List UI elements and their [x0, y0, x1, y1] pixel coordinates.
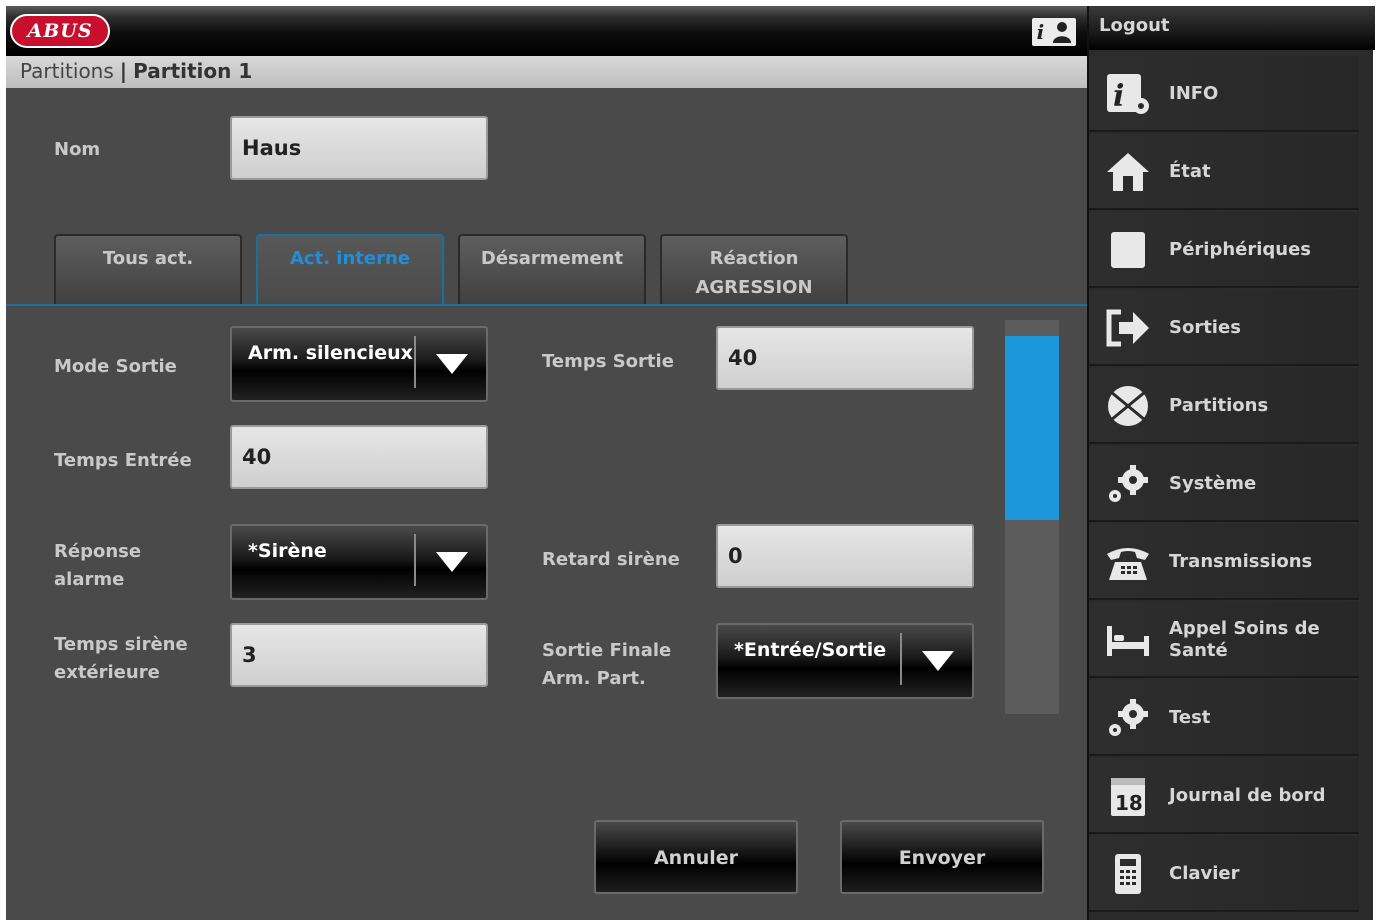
calendar-day: 18 [1115, 791, 1143, 815]
device-square-icon [1105, 228, 1151, 272]
scrollbar-thumb[interactable] [1005, 336, 1059, 520]
sidebar-item-etat[interactable]: État [1089, 134, 1359, 210]
mode-sortie-label: Mode Sortie [54, 356, 177, 377]
info-gear-icon: i [1105, 72, 1151, 116]
sortie-finale-label: Sortie Finale Arm. Part. [542, 640, 672, 689]
calendar-icon: 18 [1105, 774, 1151, 818]
breadcrumb-parent[interactable]: Partitions [20, 59, 114, 83]
select-divider [900, 633, 902, 685]
send-button[interactable]: Envoyer [840, 820, 1044, 894]
partition-pie-icon [1105, 384, 1151, 428]
abus-logo: ABUS [10, 14, 110, 48]
sidebar-item-label: Système [1169, 473, 1257, 494]
select-divider [414, 336, 416, 388]
temps-sortie-field[interactable]: 40 [716, 326, 974, 390]
sidebar-item-info[interactable]: i INFO [1089, 56, 1359, 132]
gears-icon [1105, 462, 1151, 506]
info-user-icon[interactable]: i [1032, 18, 1076, 46]
temps-sirene-ext-label: Temps sirène extérieure [54, 634, 188, 683]
sidebar-item-label: Partitions [1169, 395, 1269, 416]
bed-icon [1105, 618, 1151, 662]
retard-sirene-field[interactable]: 0 [716, 524, 974, 588]
sidebar: Logout i INFO État Périphériques Sorties… [1087, 6, 1375, 920]
temps-entree-field[interactable]: 40 [230, 425, 488, 489]
tab-tous-act[interactable]: Tous act. [54, 234, 242, 304]
temps-sirene-ext-field[interactable]: 3 [230, 623, 488, 687]
sidebar-item-journal[interactable]: 18 Journal de bord [1089, 758, 1359, 834]
sidebar-item-label: Transmissions [1169, 551, 1313, 572]
reponse-alarme-label: Réponse alarme [54, 541, 142, 590]
info-letter: i [1036, 20, 1045, 44]
sidebar-item-label: État [1169, 161, 1211, 182]
sidebar-item-clavier[interactable]: Clavier [1089, 836, 1359, 912]
sidebar-item-label: Appel Soins de Santé [1169, 618, 1320, 661]
tab-act-interne[interactable]: Act. interne [256, 234, 444, 304]
nom-label: Nom [54, 139, 101, 160]
sidebar-item-label: Sorties [1169, 317, 1241, 338]
telephone-icon [1105, 540, 1151, 584]
reponse-alarme-select[interactable]: *Sirène [230, 524, 488, 600]
breadcrumb: Partitions | Partition 1 [6, 56, 1087, 88]
retard-sirene-label: Retard sirène [542, 549, 680, 570]
logout-button[interactable]: Logout [1089, 6, 1375, 50]
top-bar: ABUS i [6, 6, 1087, 56]
sidebar-item-label: Périphériques [1169, 239, 1312, 260]
output-arrow-icon [1105, 306, 1151, 350]
chevron-down-icon [922, 651, 954, 671]
sidebar-item-label: Test [1169, 707, 1211, 728]
temps-sortie-label: Temps Sortie [542, 351, 674, 372]
sortie-finale-value: *Entrée/Sortie [734, 639, 887, 661]
user-icon [1053, 22, 1072, 43]
gears-icon [1105, 696, 1151, 740]
tab-underline [6, 304, 1087, 306]
mode-sortie-value: Arm. silencieux [248, 342, 413, 364]
breadcrumb-current: Partition 1 [133, 59, 253, 83]
sidebar-item-sorties[interactable]: Sorties [1089, 290, 1359, 366]
breadcrumb-separator: | [119, 59, 128, 83]
nom-field[interactable]: Haus [230, 116, 488, 180]
chevron-down-icon [436, 552, 468, 572]
cancel-button[interactable]: Annuler [594, 820, 798, 894]
sidebar-item-appel-soins[interactable]: Appel Soins de Santé [1089, 602, 1359, 678]
scrollbar-track[interactable] [1005, 320, 1059, 714]
mode-sortie-select[interactable]: Arm. silencieux [230, 326, 488, 402]
brand-text: ABUS [27, 20, 93, 42]
sortie-finale-select[interactable]: *Entrée/Sortie [716, 623, 974, 699]
home-icon [1105, 150, 1151, 194]
tab-reaction-agression[interactable]: Réaction AGRESSION [660, 234, 848, 304]
chevron-down-icon [436, 354, 468, 374]
reponse-alarme-value: *Sirène [248, 540, 327, 562]
sidebar-item-label: Clavier [1169, 863, 1240, 884]
select-divider [414, 534, 416, 586]
temps-entree-label: Temps Entrée [54, 450, 192, 471]
sidebar-item-label: Journal de bord [1169, 785, 1326, 806]
sidebar-item-test[interactable]: Test [1089, 680, 1359, 756]
tab-desarmement[interactable]: Désarmement [458, 234, 646, 304]
sidebar-item-peripheriques[interactable]: Périphériques [1089, 212, 1359, 288]
sidebar-item-systeme[interactable]: Système [1089, 446, 1359, 522]
keypad-icon [1105, 852, 1151, 896]
main-panel: Nom Haus Tous act. Act. interne Désarmem… [6, 88, 1087, 920]
svg-text:i: i [1113, 79, 1124, 114]
sidebar-item-transmissions[interactable]: Transmissions [1089, 524, 1359, 600]
sidebar-item-label: INFO [1169, 83, 1219, 104]
sidebar-item-partitions[interactable]: Partitions [1089, 368, 1359, 444]
